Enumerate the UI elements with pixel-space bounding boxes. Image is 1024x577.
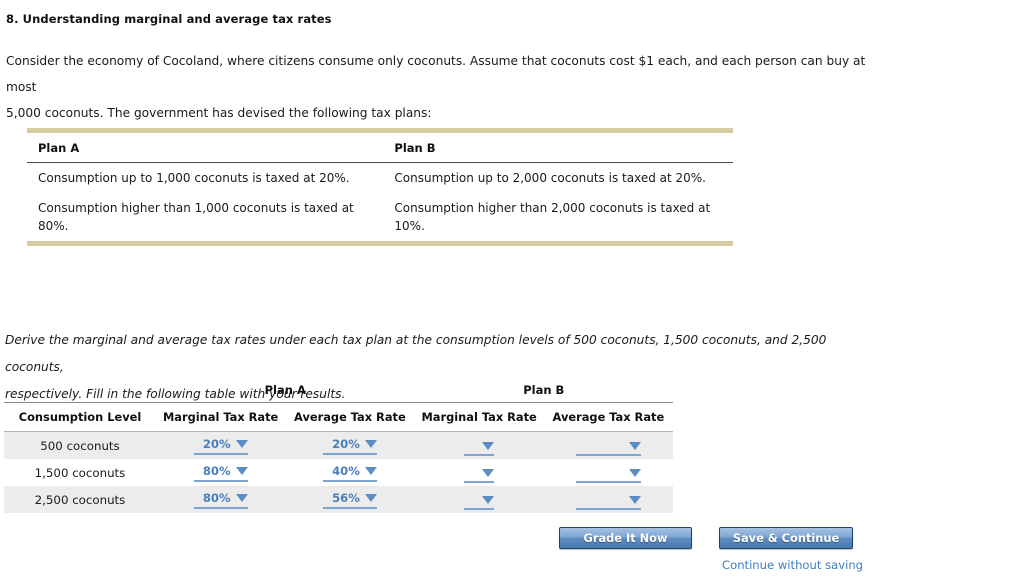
group-header-plan-a: Plan A (156, 383, 415, 403)
plan-b-marginal-cell (414, 459, 544, 486)
plan-table-row: Consumption up to 1,000 coconuts is taxe… (27, 163, 733, 194)
page-title: 8. Understanding marginal and average ta… (6, 12, 332, 26)
tax-plan-table: Plan A Plan B Consumption up to 1,000 co… (27, 128, 733, 246)
plan-a-rule-2: Consumption higher than 1,000 coconuts i… (38, 201, 354, 233)
save-and-continue-button[interactable]: Save & Continue (719, 527, 853, 549)
plan-b-marginal-cell (414, 486, 544, 514)
column-header-plan-b-marginal: Marginal Tax Rate (414, 402, 544, 432)
plan-b-average-cell (543, 431, 673, 459)
consumption-level-cell: 2,500 coconuts (4, 486, 156, 514)
plan-b-rule-2: Consumption higher than 2,000 coconuts i… (394, 201, 711, 233)
plan-b-header: Plan B (383, 133, 733, 163)
plan-a-rule-1: Consumption up to 1,000 coconuts is taxe… (38, 171, 350, 185)
derive-line-1: Derive the marginal and average tax rate… (5, 333, 827, 374)
plan-b-marginal-dropdown-2500[interactable] (464, 492, 495, 511)
plan-a-average-dropdown-2500[interactable]: 56% (322, 491, 377, 509)
dropdown-value: 20% (332, 437, 360, 451)
plan-b-marginal-cell (414, 431, 544, 459)
dropdown-value: 20% (202, 437, 231, 451)
chevron-down-icon (364, 494, 377, 502)
chevron-down-icon (235, 467, 248, 475)
column-header-plan-b-average: Average Tax Rate (543, 402, 673, 432)
plan-a-marginal-dropdown-1500[interactable]: 80% (193, 464, 248, 482)
table-row: 2,500 coconuts 80% 56% (4, 486, 673, 514)
plan-a-average-dropdown-1500[interactable]: 40% (322, 464, 377, 482)
plan-b-rule-1: Consumption up to 2,000 coconuts is taxe… (394, 171, 706, 185)
results-column-header-row: Consumption Level Marginal Tax Rate Aver… (4, 402, 673, 432)
plan-a-average-cell: 40% (285, 459, 415, 486)
plan-a-marginal-cell: 80% (156, 459, 286, 486)
group-header-plan-b: Plan B (414, 383, 673, 403)
chevron-down-icon (482, 468, 495, 477)
chevron-down-icon (482, 441, 495, 450)
column-header-plan-a-average: Average Tax Rate (285, 402, 415, 432)
plan-a-marginal-dropdown-2500[interactable]: 80% (193, 491, 248, 509)
plan-a-header: Plan A (27, 133, 384, 163)
plan-b-average-cell (543, 486, 673, 514)
plan-a-average-cell: 20% (285, 431, 415, 459)
plan-b-average-dropdown-500[interactable] (575, 438, 641, 457)
chevron-down-icon (364, 467, 377, 475)
column-header-plan-a-marginal: Marginal Tax Rate (156, 402, 286, 432)
plan-a-marginal-cell: 80% (156, 486, 286, 514)
chevron-down-icon (628, 441, 641, 450)
dropdown-value: 56% (332, 491, 360, 505)
plan-a-average-dropdown-500[interactable]: 20% (322, 437, 377, 455)
column-header-consumption-level: Consumption Level (4, 402, 156, 432)
chevron-down-icon (235, 440, 248, 448)
intro-line-2: 5,000 coconuts. The government has devis… (6, 106, 432, 120)
chevron-down-icon (482, 495, 495, 504)
dropdown-value: 80% (202, 491, 231, 505)
plan-b-average-dropdown-1500[interactable] (575, 465, 641, 484)
chevron-down-icon (628, 468, 641, 477)
intro-paragraph: Consider the economy of Cocoland, where … (6, 48, 866, 126)
consumption-level-cell: 500 coconuts (4, 431, 156, 459)
plan-b-average-dropdown-2500[interactable] (575, 492, 641, 511)
results-table: Plan A Plan B Consumption Level Marginal… (4, 383, 673, 514)
plan-table-row: Consumption higher than 1,000 coconuts i… (27, 193, 733, 241)
plan-b-average-cell (543, 459, 673, 486)
table-row: 1,500 coconuts 80% 40% (4, 459, 673, 486)
continue-without-saving-link[interactable]: Continue without saving (722, 558, 863, 572)
group-header-spacer (4, 383, 156, 403)
plan-table-header-row: Plan A Plan B (27, 133, 733, 163)
plan-b-marginal-dropdown-500[interactable] (464, 438, 495, 457)
chevron-down-icon (628, 495, 641, 504)
plan-b-marginal-dropdown-1500[interactable] (464, 465, 495, 484)
consumption-level-cell: 1,500 coconuts (4, 459, 156, 486)
results-group-header-row: Plan A Plan B (4, 383, 673, 403)
chevron-down-icon (364, 440, 377, 448)
plan-a-marginal-dropdown-500[interactable]: 20% (193, 437, 248, 455)
grade-it-now-button[interactable]: Grade It Now (559, 527, 692, 549)
dropdown-value: 40% (332, 464, 360, 478)
dropdown-value: 80% (202, 464, 231, 478)
plan-a-marginal-cell: 20% (156, 431, 286, 459)
plan-a-average-cell: 56% (285, 486, 415, 514)
chevron-down-icon (235, 494, 248, 502)
intro-line-1: Consider the economy of Cocoland, where … (6, 54, 866, 94)
table-row: 500 coconuts 20% 20% (4, 431, 673, 459)
